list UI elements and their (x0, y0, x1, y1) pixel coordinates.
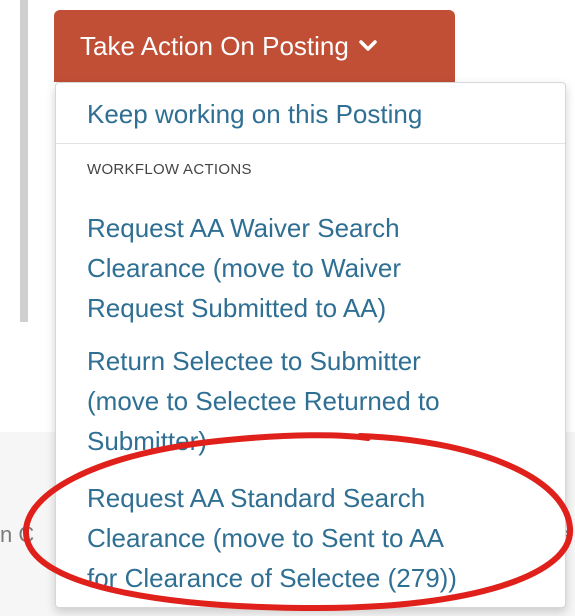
menu-item-line: Request Submitted to AA) (87, 293, 387, 323)
menu-item-request-waiver-clearance[interactable]: Request AA Waiver Search Clearance (move… (87, 208, 401, 328)
menu-item-line: Request AA Standard Search (87, 483, 426, 513)
menu-item-line: Submitter) (87, 426, 207, 456)
chevron-down-icon (359, 40, 377, 51)
workflow-actions-header: WORKFLOW ACTIONS (87, 161, 252, 178)
menu-item-return-selectee[interactable]: Return Selectee to Submitter (move to Se… (87, 341, 440, 461)
menu-item-keep-working[interactable]: Keep working on this Posting (87, 94, 422, 134)
menu-item-label: Keep working on this Posting (87, 99, 423, 129)
background-text-fragment: n C (0, 522, 35, 547)
menu-item-line: for Clearance of Selectee (279)) (87, 563, 457, 593)
menu-item-line: Request AA Waiver Search (87, 213, 400, 243)
left-border-rule (20, 0, 28, 322)
menu-item-line: (move to Selectee Returned to (87, 386, 440, 416)
menu-item-request-standard-clearance[interactable]: Request AA Standard Search Clearance (mo… (87, 478, 457, 598)
menu-divider (56, 143, 565, 144)
menu-item-line: Clearance (move to Waiver (87, 253, 402, 283)
menu-item-line: Clearance (move to Sent to AA (87, 523, 444, 553)
menu-item-line: Return Selectee to Submitter (87, 346, 421, 376)
take-action-dropdown-menu: Keep working on this Posting WORKFLOW AC… (55, 82, 566, 608)
take-action-label: Take Action On Posting (80, 30, 349, 61)
take-action-button[interactable]: Take Action On Posting (54, 10, 455, 82)
